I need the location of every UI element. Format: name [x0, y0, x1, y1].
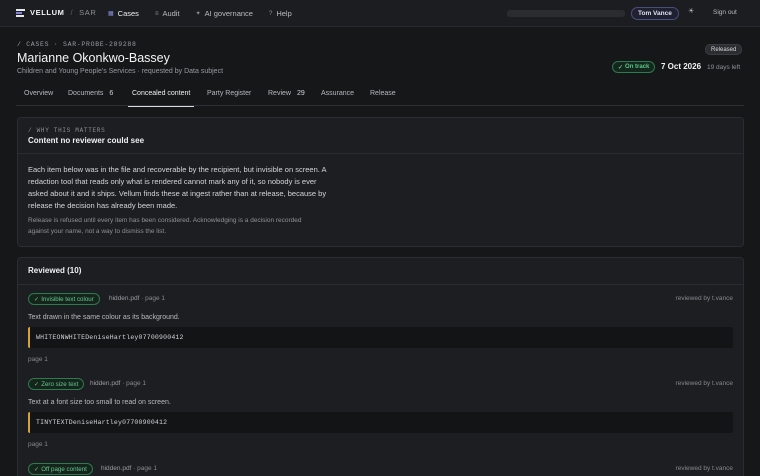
- file-meta: hidden.pdf · page 1: [109, 295, 165, 302]
- on-track-badge: ✓ On track: [612, 61, 656, 73]
- case-tabs: Overview Documents 6 Concealed content Pa…: [16, 86, 744, 107]
- concealed-text-snippet: TINYTEXTDeniseHartley07700900412: [28, 412, 733, 433]
- page-ref: · page 1: [133, 465, 158, 472]
- why-this-matters-panel: / WHY THIS MATTERS Content no reviewer c…: [17, 117, 744, 247]
- page-number: page 1: [28, 441, 48, 448]
- brand[interactable]: VELLUM / SAR: [16, 8, 96, 17]
- breadcrumb: / CASES · SAR-PROBE-289288: [17, 41, 137, 48]
- page-ref: · page 1: [141, 295, 166, 302]
- why-note-text: Release is refused until every item has …: [28, 217, 302, 235]
- tab-label: Overview: [24, 90, 54, 97]
- on-track-label: On track: [625, 64, 650, 70]
- why-kicker: / WHY THIS MATTERS: [28, 127, 106, 134]
- item-header: ✓ Invisible text colour hidden.pdf · page…: [28, 293, 733, 307]
- page-ref: · page 1: [122, 380, 147, 387]
- tab-label: Release: [370, 90, 396, 97]
- top-bar: VELLUM / SAR ▦ Cases ≡ Audit ✦ AI govern…: [0, 0, 760, 27]
- reviewed-by: reviewed by t.vance: [675, 465, 733, 472]
- check-icon: ✓: [34, 465, 40, 473]
- file-name-link[interactable]: hidden.pdf: [101, 465, 131, 472]
- question-icon: ?: [268, 10, 273, 17]
- list-icon: ≡: [154, 10, 159, 17]
- nav-ai-governance[interactable]: ✦ AI governance: [190, 5, 259, 22]
- finding-description: Text drawn in the same colour as its bac…: [28, 314, 180, 321]
- why-panel-header: / WHY THIS MATTERS Content no reviewer c…: [18, 118, 743, 154]
- nav-help[interactable]: ? Help: [263, 5, 298, 22]
- main-nav: ▦ Cases ≡ Audit ✦ AI governance ? Help: [102, 5, 298, 22]
- reviewed-by: reviewed by t.vance: [675, 295, 733, 302]
- file-meta: hidden.pdf · page 1: [90, 380, 146, 387]
- reviewed-title: Reviewed (10): [18, 258, 743, 285]
- tab-release[interactable]: Release: [370, 90, 396, 106]
- tab-label: Concealed content: [132, 90, 191, 97]
- concealed-text-snippet: WHITEONWHITEDeniseHartley07700900412: [28, 327, 733, 348]
- finding-type-label: Off page content: [41, 465, 87, 473]
- nav-audit-label: Audit: [162, 9, 180, 18]
- nav-audit[interactable]: ≡ Audit: [149, 5, 186, 22]
- case-subtitle: Children and Young People's Services · r…: [17, 68, 224, 75]
- finding-type-label: Invisible text colour: [41, 295, 94, 303]
- tab-label: Assurance: [321, 90, 355, 97]
- status-badge: Released: [705, 44, 743, 55]
- finding-type-label: Zero size text: [41, 380, 79, 388]
- theme-toggle-icon[interactable]: ☀: [688, 7, 694, 15]
- why-title: Content no reviewer could see: [28, 136, 145, 145]
- finding-description: Text at a font size too small to read on…: [28, 399, 171, 406]
- tab-party-register[interactable]: Party Register: [207, 90, 251, 106]
- finding-type-badge: ✓ Invisible text colour: [28, 293, 100, 305]
- tab-documents[interactable]: Documents 6: [68, 90, 113, 106]
- tab-assurance[interactable]: Assurance: [321, 90, 354, 106]
- nav-ai-governance-label: AI governance: [204, 9, 253, 18]
- reviewed-panel: Reviewed (10) ✓ Invisible text colour hid…: [17, 257, 744, 476]
- tab-review[interactable]: Review 29: [268, 90, 305, 106]
- check-icon: ✓: [618, 64, 624, 71]
- sign-out-button[interactable]: Sign out: [713, 9, 737, 16]
- nav-help-label: Help: [276, 9, 292, 18]
- file-name-link[interactable]: hidden.pdf: [109, 295, 139, 302]
- grid-icon: ▦: [108, 11, 114, 17]
- page-number: page 1: [28, 356, 48, 363]
- reviewed-by: reviewed by t.vance: [675, 380, 733, 387]
- brand-separator: /: [70, 8, 74, 17]
- check-icon: ✓: [34, 295, 40, 303]
- file-name-link[interactable]: hidden.pdf: [90, 380, 120, 387]
- tab-label: Party Register: [207, 90, 252, 97]
- tab-concealed-content[interactable]: Concealed content: [127, 90, 195, 107]
- item-header: ✓ Off page content hidden.pdf · page 1 re…: [28, 463, 733, 476]
- brand-product: SAR: [79, 8, 97, 17]
- tab-overview[interactable]: Overview: [24, 90, 53, 106]
- tab-label: Review: [268, 90, 291, 97]
- user-chip[interactable]: Tom Vance: [631, 7, 679, 20]
- list-item: ✓ Invisible text colour hidden.pdf · page…: [28, 293, 733, 363]
- item-header: ✓ Zero size text hidden.pdf · page 1 revi…: [28, 378, 733, 392]
- nav-cases[interactable]: ▦ Cases: [102, 5, 145, 22]
- check-icon: ✓: [34, 380, 40, 388]
- why-body-text: Each item below was in the file and reco…: [28, 165, 327, 210]
- sparkle-icon: ✦: [195, 11, 201, 17]
- due-date: 7 Oct 2026: [661, 62, 702, 71]
- nav-cases-label: Cases: [117, 9, 139, 18]
- vellum-logo-icon: [16, 8, 25, 17]
- tab-count: 6: [109, 90, 114, 97]
- redacted-search-field[interactable]: [507, 10, 625, 17]
- page-title: Marianne Okonkwo-Bassey: [17, 51, 170, 65]
- finding-type-badge: ✓ Zero size text: [28, 378, 85, 390]
- days-left: 19 days left: [707, 64, 741, 71]
- list-item: ✓ Off page content hidden.pdf · page 1 re…: [28, 463, 733, 476]
- tab-count: 29: [296, 90, 305, 97]
- brand-name: VELLUM: [30, 8, 65, 17]
- file-meta: hidden.pdf · page 1: [101, 465, 157, 472]
- tab-label: Documents: [68, 90, 104, 97]
- list-item: ✓ Zero size text hidden.pdf · page 1 revi…: [28, 378, 733, 448]
- finding-type-badge: ✓ Off page content: [28, 463, 93, 475]
